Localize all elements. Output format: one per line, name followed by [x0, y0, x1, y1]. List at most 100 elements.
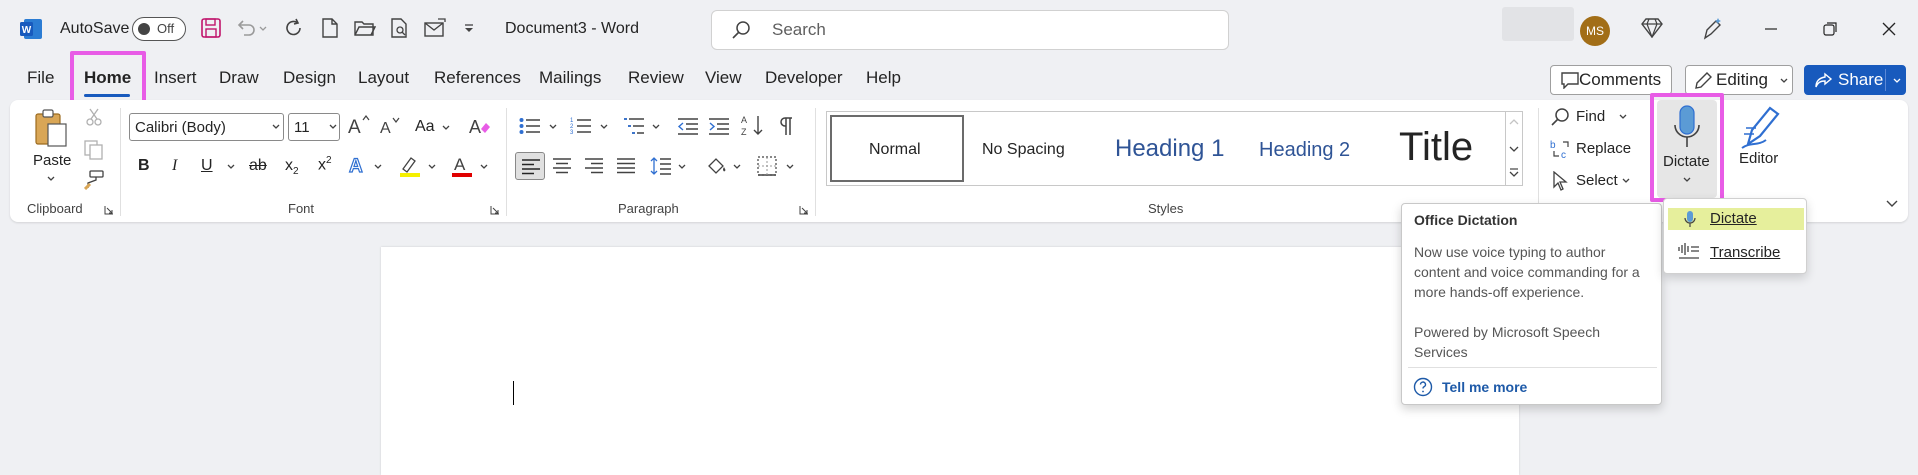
tab-references[interactable]: References — [434, 68, 521, 88]
tab-file[interactable]: File — [27, 68, 54, 88]
styles-more-icon[interactable] — [1509, 168, 1519, 178]
bullets-dropdown-icon[interactable] — [549, 124, 557, 130]
undo-dropdown-icon[interactable] — [259, 26, 267, 32]
tell-me-more-link[interactable]: Tell me more — [1442, 379, 1527, 395]
select-label[interactable]: Select — [1576, 172, 1618, 189]
bullets-icon[interactable] — [519, 117, 541, 135]
menu-item-dictate[interactable]: Dictate — [1668, 208, 1804, 230]
style-normal[interactable]: Normal — [830, 115, 964, 182]
document-page[interactable] — [381, 247, 1519, 475]
minimize-button[interactable] — [1754, 13, 1788, 45]
undo-icon[interactable] — [236, 18, 256, 38]
format-painter-icon[interactable] — [84, 170, 104, 190]
text-effects-icon[interactable]: A — [348, 155, 368, 175]
styles-scroll-up-icon[interactable] — [1509, 118, 1519, 126]
align-right-icon[interactable] — [584, 158, 604, 174]
find-icon[interactable] — [1551, 107, 1571, 127]
select-dropdown-icon[interactable] — [1622, 178, 1630, 184]
style-title[interactable]: Title — [1379, 115, 1504, 182]
font-color-dropdown-icon[interactable] — [480, 164, 488, 170]
editing-mode-button[interactable]: Editing — [1685, 65, 1793, 95]
multilevel-dropdown-icon[interactable] — [652, 124, 660, 130]
restore-button[interactable] — [1813, 13, 1847, 45]
tab-view[interactable]: View — [705, 68, 742, 88]
shading-dropdown-icon[interactable] — [733, 164, 741, 170]
tab-layout[interactable]: Layout — [358, 68, 409, 88]
multilevel-list-icon[interactable] — [623, 116, 645, 136]
font-size-combo[interactable]: 11 — [288, 113, 340, 141]
replace-label[interactable]: Replace — [1576, 140, 1631, 157]
tab-design[interactable]: Design — [283, 68, 336, 88]
highlight-color-icon[interactable] — [399, 155, 421, 177]
sort-icon[interactable]: AZ — [741, 114, 765, 136]
paste-icon[interactable] — [34, 108, 68, 148]
show-formatting-marks-icon[interactable] — [778, 116, 794, 136]
bold-icon[interactable]: B — [138, 157, 150, 175]
share-button[interactable]: Share — [1804, 65, 1906, 95]
paste-dropdown-icon[interactable] — [47, 176, 55, 182]
style-heading-2[interactable]: Heading 2 — [1242, 115, 1377, 182]
customize-toolbar-icon[interactable] — [464, 24, 474, 34]
tab-developer[interactable]: Developer — [765, 68, 843, 88]
align-left-button[interactable] — [515, 152, 545, 180]
menu-item-transcribe[interactable]: Transcribe — [1668, 237, 1804, 267]
line-spacing-dropdown-icon[interactable] — [678, 164, 686, 170]
highlight-dropdown-icon[interactable] — [428, 164, 436, 170]
autosave-toggle[interactable]: Off — [132, 17, 186, 41]
collapse-ribbon-icon[interactable] — [1886, 200, 1898, 208]
style-heading-1[interactable]: Heading 1 — [1105, 115, 1240, 182]
text-effects-dropdown-icon[interactable] — [374, 164, 382, 170]
clear-formatting-icon[interactable]: A — [469, 116, 491, 136]
editor-label[interactable]: Editor — [1739, 150, 1778, 167]
superscript-icon[interactable]: x2 — [318, 155, 332, 174]
justify-icon[interactable] — [616, 158, 636, 174]
clipboard-launcher-icon[interactable] — [104, 205, 114, 215]
paste-label[interactable]: Paste — [33, 152, 71, 169]
tab-insert[interactable]: Insert — [154, 68, 197, 88]
tab-help[interactable]: Help — [866, 68, 901, 88]
new-document-icon[interactable] — [321, 18, 339, 38]
grow-font-icon[interactable]: A — [348, 115, 370, 135]
designer-pen-icon[interactable] — [1701, 16, 1723, 40]
diamond-icon[interactable] — [1641, 18, 1663, 38]
close-button[interactable] — [1872, 13, 1906, 45]
tab-mailings[interactable]: Mailings — [539, 68, 601, 88]
tab-draw[interactable]: Draw — [219, 68, 259, 88]
increase-indent-icon[interactable] — [708, 117, 730, 135]
align-center-icon[interactable] — [552, 158, 572, 174]
avatar[interactable]: MS — [1580, 16, 1610, 46]
print-preview-icon[interactable] — [390, 18, 410, 38]
paragraph-launcher-icon[interactable] — [799, 205, 809, 215]
editor-icon[interactable] — [1740, 104, 1782, 150]
borders-dropdown-icon[interactable] — [786, 164, 794, 170]
help-circle-icon[interactable] — [1413, 377, 1433, 397]
font-name-combo[interactable]: Calibri (Body) — [129, 113, 284, 141]
shrink-font-icon[interactable]: A — [380, 117, 400, 135]
line-spacing-icon[interactable] — [650, 156, 672, 176]
numbering-dropdown-icon[interactable] — [600, 124, 608, 130]
styles-scroll-down-icon[interactable] — [1509, 145, 1519, 153]
find-label[interactable]: Find — [1576, 108, 1605, 125]
tab-review[interactable]: Review — [628, 68, 684, 88]
change-case-button[interactable]: Aa — [415, 118, 435, 136]
italic-icon[interactable]: I — [172, 157, 177, 175]
share-dropdown-icon[interactable] — [1893, 78, 1901, 84]
underline-dropdown-icon[interactable] — [227, 164, 235, 170]
search-box[interactable]: Search — [711, 10, 1229, 50]
cut-icon[interactable] — [85, 108, 103, 126]
find-dropdown-icon[interactable] — [1619, 114, 1627, 120]
replace-icon[interactable]: bc — [1550, 139, 1572, 159]
font-launcher-icon[interactable] — [490, 205, 500, 215]
style-no-spacing[interactable]: No Spacing — [967, 115, 1102, 182]
change-case-dropdown-icon[interactable] — [442, 125, 450, 131]
strikethrough-icon[interactable]: ab — [249, 157, 267, 175]
borders-icon[interactable] — [757, 156, 777, 176]
redo-icon[interactable] — [284, 18, 304, 38]
underline-icon[interactable]: U — [201, 157, 213, 175]
save-icon[interactable] — [201, 18, 221, 38]
email-icon[interactable] — [424, 18, 446, 38]
font-color-icon[interactable]: A — [451, 155, 473, 177]
copy-icon[interactable] — [84, 140, 104, 160]
shading-icon[interactable] — [706, 156, 728, 176]
subscript-icon[interactable]: x2 — [285, 157, 299, 177]
